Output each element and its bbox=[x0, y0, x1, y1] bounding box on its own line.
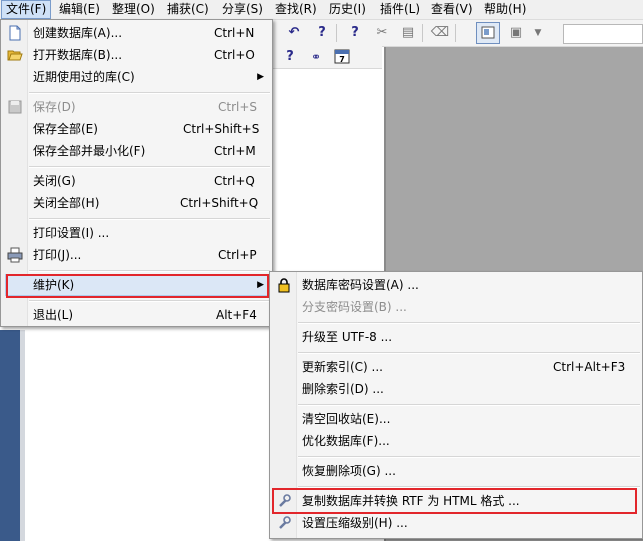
menu-item-upgrade-utf8[interactable]: 升级至 UTF-8 ... bbox=[272, 326, 640, 348]
menu-history[interactable]: 历史(I) bbox=[325, 0, 370, 19]
scissors-icon[interactable]: ✂ bbox=[372, 23, 392, 43]
menu-item-database-password[interactable]: 数据库密码设置(A) ... bbox=[272, 274, 640, 296]
menu-plugins[interactable]: 插件(L) bbox=[376, 0, 424, 19]
menu-item-recent-databases[interactable]: 近期使用过的库(C) ▶ bbox=[3, 66, 270, 88]
menu-item-print-setup[interactable]: 打印设置(I) ... bbox=[3, 222, 270, 244]
menu-file[interactable]: 文件(F) bbox=[1, 0, 52, 19]
submenu-arrow-icon: ▶ bbox=[257, 72, 264, 82]
eraser-icon[interactable]: ⌫ bbox=[430, 23, 450, 43]
calendar-button[interactable]: 7 bbox=[332, 47, 352, 67]
left-sidebar-strip bbox=[0, 330, 20, 541]
menu-item-update-index[interactable]: 更新索引(C) ... Ctrl+Alt+F3 bbox=[272, 356, 640, 378]
highlight-maintenance bbox=[6, 274, 269, 298]
menu-item-exit[interactable]: 退出(L) Alt+F4 bbox=[3, 304, 270, 326]
menu-help[interactable]: 帮助(H) bbox=[480, 0, 530, 19]
search-input[interactable] bbox=[563, 24, 643, 44]
menu-find[interactable]: 查找(R) bbox=[271, 0, 321, 19]
view-toggle-icon bbox=[481, 26, 495, 39]
paste-icon[interactable]: ▤ bbox=[398, 23, 418, 43]
menu-item-save-all[interactable]: 保存全部(E) Ctrl+Shift+S bbox=[3, 118, 270, 140]
left-splitter[interactable] bbox=[20, 330, 25, 541]
menu-capture[interactable]: 捕获(C) bbox=[163, 0, 213, 19]
menu-item-open-database[interactable]: 打开数据库(B)... Ctrl+O bbox=[3, 44, 270, 66]
view-toggle-button[interactable] bbox=[476, 22, 500, 44]
menu-item-empty-recycle-bin[interactable]: 清空回收站(E)... bbox=[272, 408, 640, 430]
wrench-icon bbox=[279, 516, 291, 529]
menu-item-branch-password[interactable]: 分支密码设置(B) ... bbox=[272, 296, 640, 318]
open-folder-icon bbox=[7, 50, 23, 61]
dropdown-arrow-icon[interactable]: ▼ bbox=[528, 23, 548, 43]
menu-edit[interactable]: 编辑(E) bbox=[55, 0, 104, 19]
file-menu: 创建数据库(A)... Ctrl+N 打开数据库(B)... Ctrl+O 近期… bbox=[0, 19, 273, 327]
new-document-icon bbox=[9, 25, 21, 41]
secondary-toolbar: ? ⚭ 7 bbox=[270, 46, 382, 69]
printer-icon bbox=[7, 247, 23, 263]
menu-view[interactable]: 查看(V) bbox=[427, 0, 477, 19]
menu-item-compression-level[interactable]: 设置压缩级别(H) ... bbox=[272, 512, 640, 534]
lock-icon bbox=[278, 278, 290, 293]
menu-item-restore-deleted[interactable]: 恢复删除项(G) ... bbox=[272, 460, 640, 482]
menu-item-save[interactable]: 保存(D) Ctrl+S bbox=[3, 96, 270, 118]
layout-icon[interactable]: ▣ bbox=[506, 23, 526, 43]
help-icon[interactable]: ? bbox=[280, 47, 300, 67]
menu-item-print[interactable]: 打印(J)... Ctrl+P bbox=[3, 244, 270, 266]
menu-item-close-all[interactable]: 关闭全部(H) Ctrl+Shift+Q bbox=[3, 192, 270, 214]
menu-item-close[interactable]: 关闭(G) Ctrl+Q bbox=[3, 170, 270, 192]
undo-icon[interactable]: ↶ bbox=[284, 23, 304, 43]
calendar-day: 7 bbox=[339, 55, 345, 64]
menu-share[interactable]: 分享(S) bbox=[218, 0, 267, 19]
maintenance-submenu: 数据库密码设置(A) ... 分支密码设置(B) ... 升级至 UTF-8 .… bbox=[269, 271, 643, 539]
calendar-icon: 7 bbox=[334, 49, 350, 64]
menu-item-create-database[interactable]: 创建数据库(A)... Ctrl+N bbox=[3, 22, 270, 44]
help-icon[interactable]: ? bbox=[312, 23, 332, 43]
highlight-copy-convert bbox=[272, 488, 637, 514]
help-icon[interactable]: ? bbox=[345, 23, 365, 43]
menu-bar: 文件(F) 编辑(E) 整理(O) 捕获(C) 分享(S) 查找(R) 历史(I… bbox=[0, 0, 643, 20]
menu-item-delete-index[interactable]: 删除索引(D) ... bbox=[272, 378, 640, 400]
menu-item-save-all-minimize[interactable]: 保存全部并最小化(F) Ctrl+M bbox=[3, 140, 270, 162]
link-icon[interactable]: ⚭ bbox=[306, 47, 326, 67]
save-icon bbox=[8, 100, 22, 114]
menu-item-optimize-database[interactable]: 优化数据库(F)... bbox=[272, 430, 640, 452]
menu-organize[interactable]: 整理(O) bbox=[108, 0, 159, 19]
